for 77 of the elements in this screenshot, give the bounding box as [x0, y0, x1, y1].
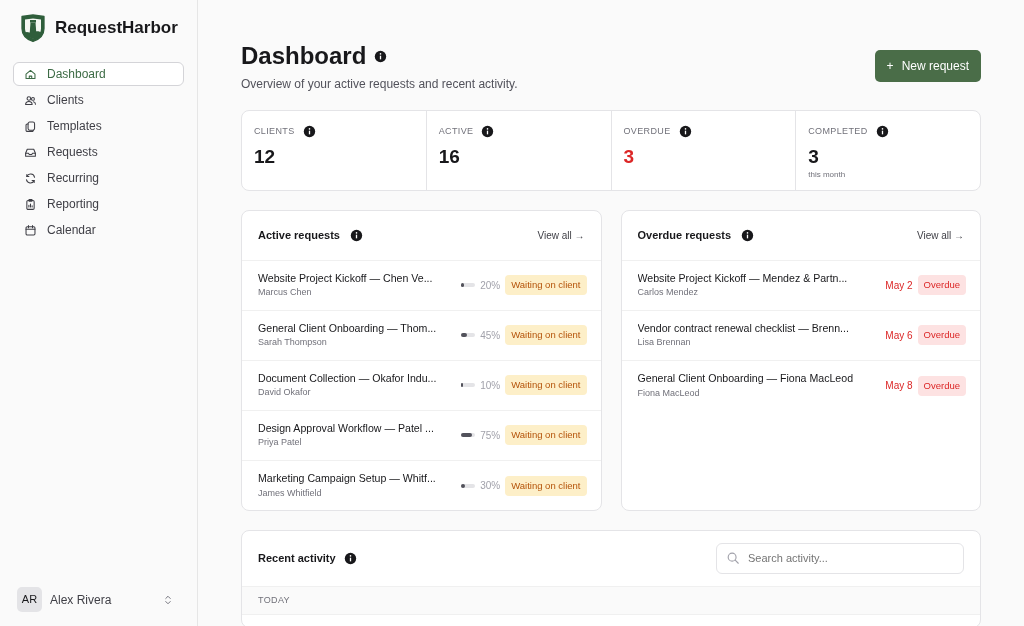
stat-value: 12 [254, 146, 277, 170]
status-badge: Waiting on client [505, 375, 587, 396]
due-date: May 6 [885, 328, 913, 343]
request-title: General Client Onboarding — Fiona MacLeod [637, 371, 855, 387]
info-icon [302, 125, 316, 139]
progress-percent: 30% [480, 479, 501, 494]
stat-value: 3 [808, 146, 820, 170]
status-badge: Overdue [917, 275, 966, 296]
panel-title: Recent activity [258, 551, 336, 567]
request-title: General Client Onboarding — Thom... [258, 320, 438, 336]
request-title: Document Collection — Okafor Indu... [258, 370, 438, 386]
due-date: May 8 [885, 379, 913, 394]
progress-percent: 75% [480, 428, 501, 443]
due-date: May 2 [885, 278, 913, 293]
user-name: Alex Rivera [50, 591, 112, 609]
sidebar-item[interactable]: Requests [13, 140, 184, 164]
view-all-link[interactable]: View all → [537, 227, 585, 243]
view-all-link[interactable]: View all → [916, 227, 964, 243]
progress-percent: 20% [480, 278, 501, 293]
new-request-button[interactable]: + New request [874, 50, 981, 82]
panel-title: Overdue requests [637, 228, 732, 244]
group-label: TODAY [242, 585, 980, 616]
stat-value: 3 [623, 146, 636, 170]
status-badge: Waiting on client [505, 325, 587, 346]
clipboard-icon [24, 197, 37, 211]
info-icon [741, 228, 755, 242]
progress-percent: 10% [480, 378, 501, 393]
request-title: Design Approval Workflow — Patel ... [258, 420, 435, 436]
progress-percent: 45% [480, 328, 501, 343]
client-name: Carlos Mendez [637, 286, 700, 300]
stat-label: OVERDUE [623, 124, 671, 138]
user-menu[interactable]: AR Alex Rivera [13, 587, 184, 612]
client-name: James Whitfield [258, 487, 323, 500]
stat-note: this month [808, 169, 847, 182]
sidebar-item[interactable]: Templates [13, 114, 184, 138]
page-subtitle: Overview of your active requests and recent activity. [241, 75, 518, 93]
status-badge: Waiting on client [505, 425, 587, 446]
request-title: Vendor contract renewal checklist — Brenn... [637, 320, 850, 336]
calendar-icon [24, 223, 37, 237]
info-icon [875, 125, 889, 139]
client-name: Priya Patel [258, 436, 303, 450]
status-badge: Overdue [917, 375, 966, 396]
house-icon [24, 67, 37, 81]
sidebar-item[interactable]: Clients [13, 88, 184, 112]
status-badge: Waiting on client [505, 475, 587, 496]
client-name: Sarah Thompson [258, 336, 328, 350]
client-name: Marcus Chen [258, 286, 313, 300]
request-title: Website Project Kickoff — Chen Ve... [258, 270, 434, 286]
client-name: David Okafor [258, 386, 312, 400]
search-field[interactable]: Search activity... [716, 542, 964, 574]
stat-label: ACTIVE [438, 124, 474, 138]
page-title: Dashboard [241, 42, 367, 71]
sidebar-item[interactable]: Dashboard [13, 62, 184, 86]
panel-title: Active requests [258, 228, 340, 244]
sidebar-item[interactable]: Recurring [13, 166, 184, 190]
client-name: Lisa Brennan [637, 336, 692, 350]
info-icon [374, 49, 388, 63]
client-name: Fiona MacLeod [637, 387, 701, 400]
chevron-icon [162, 593, 174, 606]
sidebar-item[interactable]: Calendar [13, 218, 184, 242]
info-icon [481, 125, 495, 139]
user-avatar: AR [17, 587, 42, 612]
people-icon [24, 93, 37, 107]
status-badge: Waiting on client [505, 275, 587, 296]
sidebar-item[interactable]: Reporting [13, 192, 184, 216]
stat-value: 16 [438, 146, 461, 170]
pages-icon [24, 119, 37, 133]
stat-label: CLIENTS [254, 124, 295, 138]
info-icon [343, 551, 357, 565]
info-icon [678, 125, 692, 139]
info-icon [349, 228, 363, 242]
app-name: RequestHarbor [55, 17, 178, 40]
request-title: Website Project Kickoff — Mendez & Partn... [637, 270, 849, 286]
stat-label: COMPLETED [808, 124, 868, 138]
refresh-icon [24, 171, 37, 185]
request-title: Marketing Campaign Setup — Whitf... [258, 471, 437, 487]
status-badge: Overdue [917, 325, 966, 346]
